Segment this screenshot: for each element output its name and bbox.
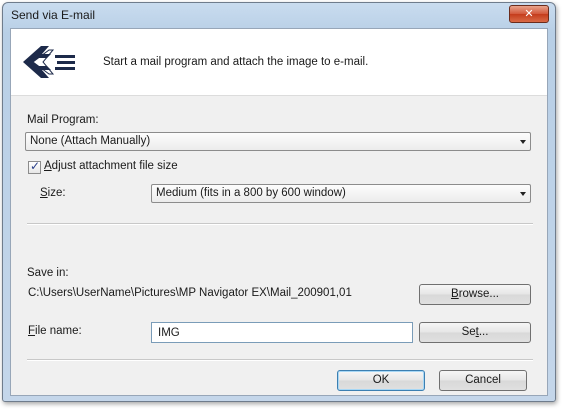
- file-name-input[interactable]: [154, 324, 412, 341]
- ok-button[interactable]: OK: [337, 370, 425, 391]
- mail-program-dropdown[interactable]: None (Attach Manually): [25, 132, 531, 151]
- separator: [27, 223, 533, 225]
- mail-program-label: Mail Program:: [27, 114, 99, 126]
- chevron-down-icon: [520, 192, 526, 196]
- mail-program-value: None (Attach Manually): [30, 135, 151, 147]
- browse-button[interactable]: Browse...: [419, 284, 531, 305]
- adjust-size-checkbox[interactable]: ✓: [28, 159, 41, 174]
- separator: [27, 359, 533, 361]
- close-icon: ✕: [524, 8, 534, 20]
- close-button[interactable]: ✕: [509, 5, 549, 23]
- size-label: Size:: [40, 187, 66, 199]
- checkmark-icon: ✓: [30, 159, 41, 173]
- save-in-label: Save in:: [27, 267, 69, 279]
- send-mail-icon: [23, 46, 75, 78]
- dialog-title: Send via E-mail: [11, 8, 96, 22]
- header-description: Start a mail program and attach the imag…: [103, 56, 369, 68]
- cancel-button[interactable]: Cancel: [439, 370, 527, 391]
- size-dropdown[interactable]: Medium (fits in a 800 by 600 window): [151, 184, 531, 203]
- set-button[interactable]: Set...: [419, 322, 531, 343]
- save-in-path: C:\Users\UserName\Pictures\MP Navigator …: [28, 287, 352, 299]
- file-name-label: File name:: [28, 325, 82, 337]
- header-band: Start a mail program and attach the imag…: [11, 29, 547, 96]
- size-value: Medium (fits in a 800 by 600 window): [156, 187, 346, 199]
- dialog-window: Send via E-mail ✕ Start a mail program a…: [2, 2, 556, 402]
- chevron-down-icon: [520, 140, 526, 144]
- title-bar[interactable]: Send via E-mail ✕: [3, 3, 555, 27]
- adjust-size-label[interactable]: Adjust attachment file size: [44, 160, 178, 172]
- dialog-content: Start a mail program and attach the imag…: [10, 28, 548, 396]
- file-name-field[interactable]: [151, 322, 413, 343]
